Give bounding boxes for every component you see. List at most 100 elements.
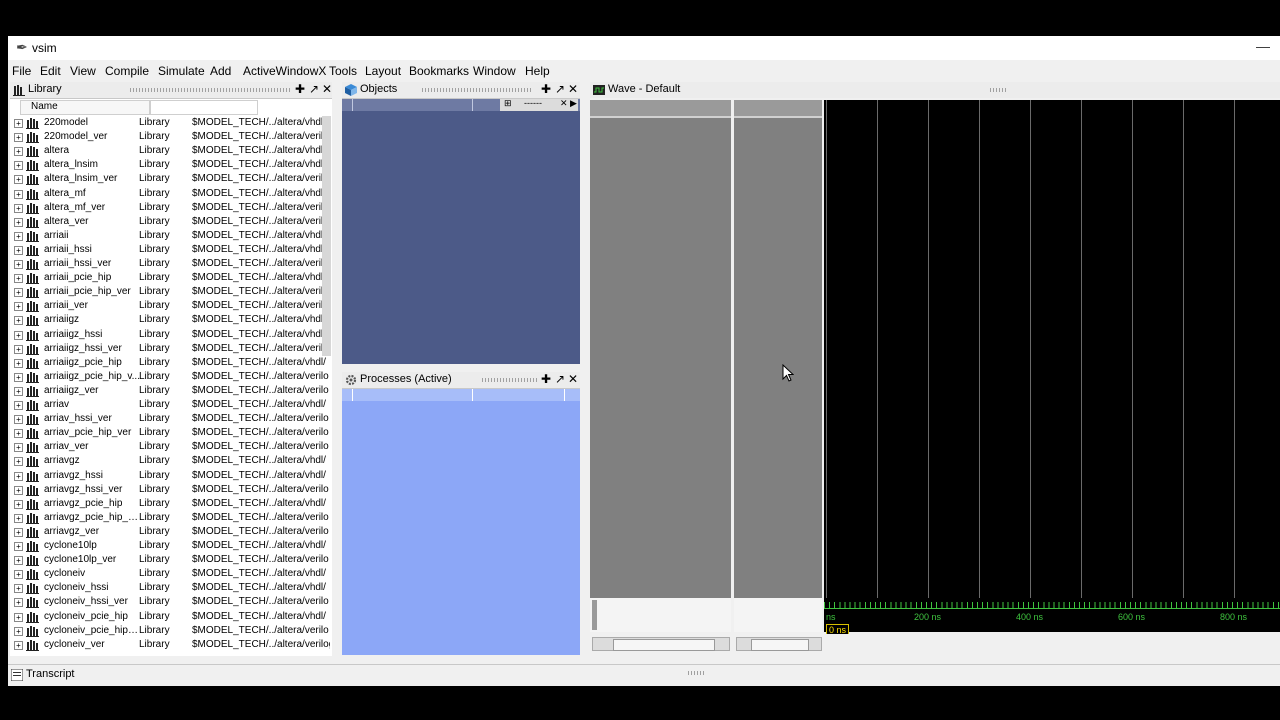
expand-icon[interactable]: + — [14, 457, 23, 467]
menu-item-activewindowx[interactable]: ActiveWindowX — [243, 64, 326, 78]
table-row[interactable]: + arriaiigz_ver Library $MODEL_TECH/../alte… — [10, 384, 332, 398]
column-blank[interactable] — [150, 100, 258, 115]
wave-timeline[interactable]: 0 ns ns 200 ns 400 ns 600 ns 800 ns — [824, 598, 1280, 636]
close-icon[interactable]: ✕ — [567, 82, 579, 96]
menu-item-edit[interactable]: Edit — [40, 64, 61, 78]
expand-icon[interactable]: + — [14, 189, 23, 199]
table-row[interactable]: + altera_lnsim_ver Library $MODEL_TECH/../a… — [10, 172, 332, 186]
expand-icon[interactable]: + — [14, 316, 23, 326]
table-row[interactable]: + arriavgz Library $MODEL_TECH/../altera/vh… — [10, 454, 332, 468]
undock-icon[interactable]: ↗ — [554, 82, 566, 96]
table-row[interactable]: + arriaii_hssi Library $MODEL_TECH/../alter… — [10, 243, 332, 257]
close-icon[interactable]: ✕ — [567, 372, 579, 386]
expand-icon[interactable]: + — [14, 161, 23, 171]
names-scrollbar[interactable] — [592, 637, 730, 651]
expand-icon[interactable]: + — [14, 288, 23, 298]
drag-grip[interactable] — [482, 378, 537, 382]
expand-icon[interactable]: + — [14, 372, 23, 382]
table-row[interactable]: + cyclone10lp_ver Library $MODEL_TECH/../al… — [10, 553, 332, 567]
expand-icon[interactable]: + — [14, 443, 23, 453]
table-row[interactable]: + arriavgz_ver Library $MODEL_TECH/../alter… — [10, 525, 332, 539]
expand-icon[interactable]: + — [14, 119, 23, 128]
expand-icon[interactable]: + — [14, 471, 23, 481]
table-row[interactable]: + arriavgz_hssi Library $MODEL_TECH/../alte… — [10, 469, 332, 483]
expand-icon[interactable]: + — [14, 415, 23, 425]
table-row[interactable]: + arriaii_ver Library $MODEL_TECH/../altera… — [10, 299, 332, 313]
expand-icon[interactable]: + — [14, 344, 23, 354]
drag-grip[interactable] — [990, 88, 1006, 92]
table-row[interactable]: + arriaii Library $MODEL_TECH/../altera/vhd… — [10, 229, 332, 243]
expand-icon[interactable]: + — [14, 640, 23, 650]
expand-icon[interactable]: + — [14, 175, 23, 185]
expand-icon[interactable]: + — [14, 626, 23, 636]
expand-icon[interactable]: + — [14, 401, 23, 410]
expand-icon[interactable]: + — [14, 499, 23, 509]
menu-item-help[interactable]: Help — [525, 64, 550, 78]
expand-icon[interactable]: + — [14, 386, 23, 396]
menu-item-tools[interactable]: Tools — [329, 64, 357, 78]
menu-item-simulate[interactable]: Simulate — [158, 64, 205, 78]
add-icon[interactable]: ✚ — [540, 82, 552, 96]
close-icon[interactable]: ✕ — [321, 82, 333, 96]
wave-canvas[interactable] — [824, 100, 1280, 598]
expand-icon[interactable]: + — [14, 570, 23, 580]
menu-item-file[interactable]: File — [12, 64, 31, 78]
table-row[interactable]: + arriav_hssi_ver Library $MODEL_TECH/../al… — [10, 412, 332, 426]
table-row[interactable]: + arriavgz_hssi_ver Library $MODEL_TECH/../… — [10, 483, 332, 497]
table-row[interactable]: + arriaiigz Library $MODEL_TECH/../altera/v… — [10, 313, 332, 327]
undock-icon[interactable]: ↗ — [308, 82, 320, 96]
expand-icon[interactable]: + — [14, 133, 23, 143]
wave-signal-values[interactable] — [734, 100, 822, 598]
expand-icon[interactable]: + — [14, 203, 23, 213]
drag-grip[interactable] — [130, 88, 290, 92]
add-icon[interactable]: ✚ — [294, 82, 306, 96]
processes-list[interactable] — [342, 389, 580, 655]
table-row[interactable]: +220model_ver Library $MODEL_TECH/../alter… — [10, 130, 332, 144]
wave-signal-names[interactable] — [590, 100, 731, 598]
undock-icon[interactable]: ↗ — [554, 372, 566, 386]
expand-icon[interactable]: + — [14, 513, 23, 523]
expand-icon[interactable]: + — [14, 302, 23, 312]
expand-icon[interactable]: + — [14, 231, 23, 241]
expand-icon[interactable]: + — [14, 330, 23, 340]
expand-icon[interactable]: + — [14, 217, 23, 227]
table-row[interactable]: + arriav_pcie_hip_ver Library $MODEL_TECH/.… — [10, 426, 332, 440]
expand-icon[interactable]: + — [14, 527, 23, 537]
table-row[interactable]: + arriaiigz_pcie_hip_v... Library $MODEL_TE… — [10, 370, 332, 384]
library-scrollbar[interactable] — [322, 116, 331, 356]
values-scrollbar[interactable] — [736, 637, 822, 651]
table-row[interactable]: + cycloneiv_hssi_ver Library $MODEL_TECH/..… — [10, 595, 332, 609]
objects-list[interactable] — [342, 99, 580, 364]
table-row[interactable]: + arriav Library $MODEL_TECH/../altera/vhdl… — [10, 398, 332, 412]
table-row[interactable]: + altera_ver Library $MODEL_TECH/../altera/… — [10, 215, 332, 229]
menu-item-bookmarks[interactable]: Bookmarks — [409, 64, 469, 78]
table-row[interactable]: +220model Library $MODEL_TECH/../altera/vh… — [10, 116, 332, 130]
scroll-right-icon[interactable]: ▶ — [570, 98, 577, 109]
table-row[interactable]: + cycloneiv_pcie_hip_... Library $MODEL_TEC… — [10, 624, 332, 638]
expand-icon[interactable]: + — [14, 612, 23, 622]
table-row[interactable]: + cycloneiv Library $MODEL_TECH/../altera/v… — [10, 567, 332, 581]
filter-icon[interactable]: ⊞ — [504, 98, 512, 109]
expand-icon[interactable]: + — [14, 274, 23, 284]
drag-grip[interactable] — [422, 88, 532, 92]
table-row[interactable]: + arriaii_pcie_hip_ver Library $MODEL_TECH/… — [10, 285, 332, 299]
table-row[interactable]: + cycloneiv_hssi Library $MODEL_TECH/../alt… — [10, 581, 332, 595]
menu-item-view[interactable]: View — [70, 64, 96, 78]
table-row[interactable]: + altera_mf Library $MODEL_TECH/../altera/v… — [10, 187, 332, 201]
expand-icon[interactable]: + — [14, 542, 23, 551]
expand-icon[interactable]: + — [14, 260, 23, 269]
table-row[interactable]: + arriaiigz_hssi Library $MODEL_TECH/../alt… — [10, 328, 332, 342]
table-row[interactable]: + arriaiigz_hssi_ver Library $MODEL_TECH/..… — [10, 342, 332, 356]
add-icon[interactable]: ✚ — [540, 372, 552, 386]
table-row[interactable]: + arriaiigz_pcie_hip Library $MODEL_TECH/..… — [10, 356, 332, 370]
menu-item-window[interactable]: Window — [473, 64, 516, 78]
expand-icon[interactable]: + — [14, 556, 23, 566]
expand-icon[interactable]: + — [14, 147, 23, 157]
table-row[interactable]: + cyclone10lp Library $MODEL_TECH/../altera… — [10, 539, 332, 553]
expand-icon[interactable]: + — [14, 429, 23, 439]
drag-grip[interactable] — [688, 671, 704, 675]
expand-icon[interactable]: + — [14, 358, 23, 368]
filter-clear-icon[interactable]: ✕ — [560, 98, 568, 109]
table-row[interactable]: + arriaii_hssi_ver Library $MODEL_TECH/../a… — [10, 257, 332, 271]
menu-item-layout[interactable]: Layout — [365, 64, 401, 78]
